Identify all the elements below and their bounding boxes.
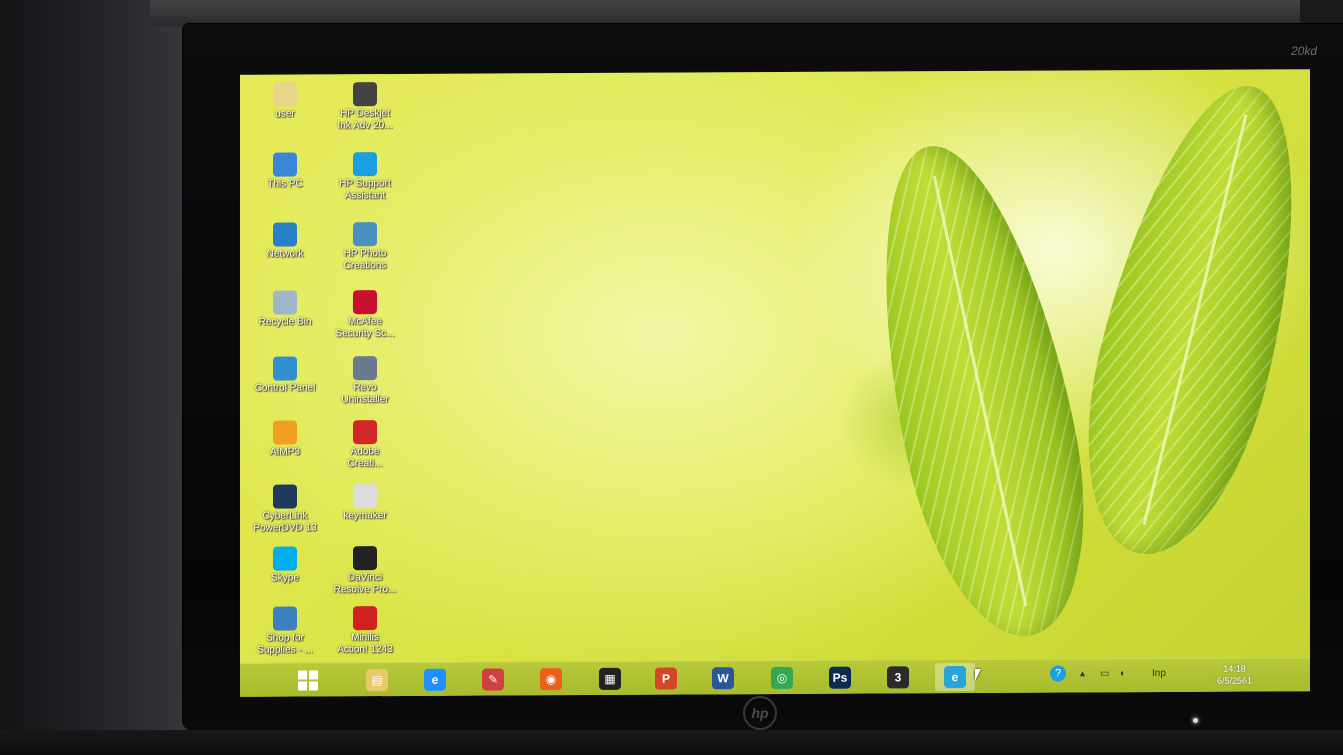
desktop-icon-keymaker[interactable]: keymaker bbox=[320, 484, 410, 522]
monitor-model-label: 20kd bbox=[1290, 44, 1317, 58]
wallpaper-leaf-right bbox=[1054, 69, 1310, 574]
desktop-icon-label: CyberLink PowerDVD 13 bbox=[253, 510, 317, 534]
hp-logo: hp bbox=[743, 696, 777, 730]
file-explorer-icon: ▤ bbox=[366, 669, 388, 692]
powerpoint-icon: P bbox=[655, 667, 677, 690]
edge-icon: e bbox=[944, 665, 966, 689]
language-indicator[interactable]: Inp bbox=[1152, 668, 1166, 679]
desktop-icon-label: HP Photo Creations bbox=[343, 248, 387, 272]
network-icon bbox=[273, 222, 297, 247]
help-icon bbox=[353, 152, 377, 177]
desktop-icon-powerdvd[interactable]: CyberLink PowerDVD 13 bbox=[240, 484, 330, 534]
desktop-icon-label: HP Deskjet Ink Adv 20... bbox=[337, 108, 393, 132]
aimp-icon bbox=[273, 420, 297, 445]
system-tray: ? ▴ ▭ ◐ Inp 14:18 6/5/2561 bbox=[1040, 658, 1310, 693]
power-led bbox=[1193, 718, 1198, 723]
taskbar-button-app-3[interactable]: 3 bbox=[878, 663, 918, 691]
desktop-icon-label: Skype bbox=[271, 572, 299, 584]
paint-icon: ✎ bbox=[482, 668, 504, 691]
desktop-icon-label: user bbox=[275, 108, 295, 120]
taskbar-button-chrome[interactable]: ◎ bbox=[762, 664, 802, 692]
taskbar-button-media-player[interactable]: ▦ bbox=[590, 665, 630, 693]
taskbar-button-firefox[interactable]: ◉ bbox=[531, 665, 571, 693]
desktop-icon-label: HP Support Assistant bbox=[339, 178, 391, 202]
taskbar-button-photoshop[interactable]: Ps bbox=[820, 664, 860, 692]
desktop-icon-davinci[interactable]: DaVinci Resolve Pro... bbox=[320, 546, 410, 596]
revo-icon bbox=[353, 356, 377, 381]
desktop-icon-action[interactable]: Minilis Action! 1243 bbox=[320, 606, 410, 656]
desktop-icon-label: This PC bbox=[267, 178, 303, 190]
taskbar-button-paint[interactable]: ✎ bbox=[473, 665, 513, 693]
chrome-icon: ◎ bbox=[771, 666, 793, 690]
desktop-icon-printer[interactable]: HP Deskjet Ink Adv 20... bbox=[320, 82, 410, 132]
shop-icon bbox=[273, 606, 297, 631]
desktop-icon-revo[interactable]: Revo Uninstaller bbox=[320, 356, 410, 406]
desktop-icon-label: Minilis Action! 1243 bbox=[337, 632, 393, 656]
keymaker-icon bbox=[353, 484, 377, 509]
clock-date: 6/5/2561 bbox=[1216, 675, 1252, 686]
taskbar: ▤ e ✎ ◉ ▦ P W ◎ Ps 3 e ? ▴ ▭ ◐ Inp 14:18 6/5/2561 bbox=[240, 657, 1310, 697]
desktop-icon-photo[interactable]: HP Photo Creations bbox=[320, 222, 410, 272]
windows-logo-icon bbox=[298, 670, 318, 691]
taskbar-button-powerpoint[interactable]: P bbox=[646, 664, 686, 692]
mouse-cursor bbox=[975, 668, 981, 681]
word-icon: W bbox=[712, 667, 734, 690]
app-3-icon: 3 bbox=[887, 666, 909, 689]
taskbar-button-edge[interactable]: e bbox=[935, 662, 975, 692]
desktop-icon-label: Shop for Supplies - ... bbox=[257, 632, 313, 656]
help-tray-icon[interactable]: ? bbox=[1050, 665, 1066, 682]
taskbar-button-internet-explorer[interactable]: e bbox=[415, 666, 455, 694]
media-player-icon: ▦ bbox=[599, 667, 621, 690]
action-icon bbox=[353, 606, 377, 631]
monitor-stand-base bbox=[0, 730, 1343, 755]
powerdvd-icon bbox=[273, 484, 297, 509]
desktop-screen: user HP Deskjet Ink Adv 20... This PC HP Su… bbox=[240, 69, 1310, 697]
internet-explorer-icon: e bbox=[424, 668, 446, 691]
desktop-icon-user-folder[interactable]: user bbox=[240, 82, 330, 120]
desktop-icon-adobe[interactable]: Adobe Creati... bbox=[320, 420, 410, 470]
printer-icon bbox=[353, 82, 377, 107]
control-panel-icon bbox=[273, 356, 297, 381]
start-button[interactable] bbox=[288, 666, 328, 694]
photoshop-icon: Ps bbox=[829, 666, 851, 689]
desktop-icon-aimp[interactable]: AIMP3 bbox=[240, 420, 330, 458]
adobe-icon bbox=[353, 420, 377, 445]
desktop-icon-label: Adobe Creati... bbox=[347, 446, 383, 470]
taskbar-clock[interactable]: 14:18 6/5/2561 bbox=[1217, 663, 1252, 687]
desktop-icon-computer[interactable]: This PC bbox=[240, 152, 330, 190]
volume-tray-icon[interactable]: ◐ bbox=[1120, 668, 1126, 679]
desktop-icon-label: AIMP3 bbox=[269, 446, 300, 458]
mcafee-icon bbox=[353, 290, 377, 315]
photo-icon bbox=[353, 222, 377, 247]
clock-time: 14:18 bbox=[1223, 663, 1246, 674]
taskbar-button-word[interactable]: W bbox=[703, 664, 743, 692]
desktop-icon-label: DaVinci Resolve Pro... bbox=[333, 572, 397, 596]
desktop-icon-label: keymaker bbox=[343, 510, 387, 522]
desktop-icon-shop[interactable]: Shop for Supplies - ... bbox=[240, 606, 330, 656]
desktop-icon-label: Network bbox=[266, 248, 304, 260]
desktop-icon-skype[interactable]: Skype bbox=[240, 546, 330, 584]
network-tray-icon[interactable]: ▭ bbox=[1100, 668, 1109, 679]
firefox-icon: ◉ bbox=[540, 668, 562, 691]
desktop-icon-help[interactable]: HP Support Assistant bbox=[320, 152, 410, 202]
taskbar-button-file-explorer[interactable]: ▤ bbox=[357, 666, 397, 694]
background-monitor-edge bbox=[150, 0, 1300, 26]
desktop-icon-control-panel[interactable]: Control Panel bbox=[240, 356, 330, 394]
desktop-icon-label: Recycle Bin bbox=[258, 316, 312, 328]
desktop-icon-network[interactable]: Network bbox=[240, 222, 330, 260]
desktop-icon-mcafee[interactable]: McAfee Security Sc... bbox=[320, 290, 410, 340]
show-hidden-icons-chevron-icon[interactable]: ▴ bbox=[1080, 668, 1085, 679]
skype-icon bbox=[273, 546, 297, 571]
desktop-icon-label: Control Panel bbox=[254, 382, 316, 394]
user-folder-icon bbox=[273, 82, 297, 107]
recycle-bin-icon bbox=[273, 290, 297, 315]
desktop-icon-recycle-bin[interactable]: Recycle Bin bbox=[240, 290, 330, 328]
desktop-icon-label: McAfee Security Sc... bbox=[335, 316, 395, 340]
desktop-icon-label: Revo Uninstaller bbox=[341, 382, 389, 406]
computer-icon bbox=[273, 152, 297, 177]
davinci-icon bbox=[353, 546, 377, 571]
